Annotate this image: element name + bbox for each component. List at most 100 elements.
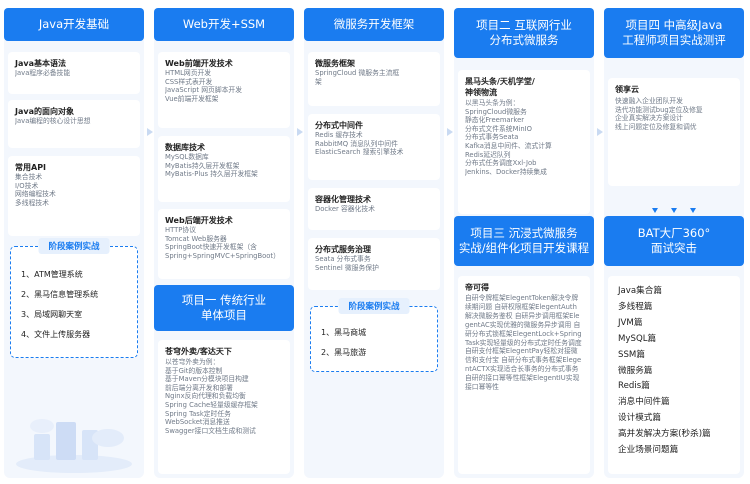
card-interview-list: Java集合篇 多线程篇 JVM篇 MySQL篇 SSM篇 微服务篇 Redis…: [608, 276, 740, 474]
card-line: 分布式事务Seata: [465, 133, 519, 142]
card-line: 架: [315, 77, 322, 86]
card-line: SpringCloud微服务: [465, 107, 527, 116]
project-three-line1: 项目三 沉浸式微服务: [470, 226, 578, 240]
interview-header: BAT大厂360° 面试突击: [604, 216, 744, 266]
card-line: 企业真实解决方案设计: [615, 114, 683, 123]
interview-line1: BAT大厂360°: [637, 226, 711, 240]
down-arrows: [604, 198, 744, 217]
arrow-right-icon: [597, 128, 603, 136]
card-line: Spring Cache轻量级缓存框架: [165, 400, 258, 409]
chevron-down-icon: [671, 208, 677, 213]
card-line: Kafka消息中间件、流式计算: [465, 141, 552, 150]
card-line: Sentinel 微服务保护: [315, 263, 379, 272]
card-line: CSS样式表开发: [165, 77, 213, 86]
stage-title: 阶段案例实战: [338, 298, 410, 314]
card-title: 常用API: [15, 163, 47, 172]
chevron-down-icon: [651, 208, 658, 213]
stage-practice-box: 阶段案例实战 1、ATM管理系统 2、黑马信息管理系统 3、局域网聊天室 4、文…: [10, 238, 138, 358]
card-line: Redis 缓存技术: [315, 131, 363, 139]
card-web-backend: Web后端开发技术 HTTP协议 Tomcat Web服务器 SpringBoo…: [158, 209, 290, 279]
project-one-line2: 单体项目: [201, 308, 247, 322]
project-three-line2: 实战/组件化项目开发课程: [458, 241, 590, 255]
interview-item: 多线程篇: [618, 301, 653, 312]
arrow-right-icon: [147, 128, 153, 136]
card-line: JavaScript 网页脚本开发: [165, 86, 243, 95]
column-web-ssm: Web开发+SSM Web前端开发技术 HTML网页开发 CSS样式表开发 Ja…: [154, 8, 294, 478]
project-one-header: 项目一 传统行业 单体项目: [154, 285, 294, 331]
card-java-oop: Java的面向对象 Java编程的核心设计思想: [8, 100, 140, 148]
card-line: I/O技术: [15, 181, 39, 190]
learning-roadmap: Java开发基础 Java基本语法 Java程序必备技能 Java的面向对象 J…: [0, 0, 750, 484]
card-line: Jenkins、Docker持续集成: [465, 167, 547, 176]
card-line: MyBatis-Plus 持久层开发框架: [165, 170, 258, 179]
column-java-basics: Java开发基础 Java基本语法 Java程序必备技能 Java的面向对象 J…: [4, 8, 144, 478]
card-line: Swagger接口文档生成和测试: [165, 426, 256, 435]
card-line: Spring+SpringMVC+SpringBoot）: [165, 251, 280, 260]
card-project-one: 苍穹外卖/客达天下 以苍穹外卖为例： 基于Git的版本控制 基于Maven分模块…: [158, 340, 290, 474]
card-line: 以黑马头条为例：: [465, 99, 520, 107]
card-database: 数据库技术 MySQL数据库 MyBatis持久层开发框架 MyBatis-Pl…: [158, 136, 290, 202]
stage-item: 3、局域网聊天室: [21, 310, 83, 319]
card-line: RabbitMQ 消息队列中间件: [315, 139, 398, 148]
card-line: Nginx反向代理和负载均衡: [165, 392, 246, 401]
card-line: 以苍穹外卖为例：: [165, 358, 220, 366]
column-project-two-three: 项目二 互联网行业 分布式微服务 黑马头条/天机学堂/ 神领物流 以黑马头条为例…: [454, 8, 594, 478]
card-title: Java基本语法: [15, 59, 66, 68]
card-line: 静态化Freemarker: [465, 116, 525, 125]
card-line: 基于Git的版本控制: [165, 366, 223, 375]
interview-item: Java集合篇: [618, 286, 662, 296]
card-line: WebSocket消息推送: [165, 418, 230, 427]
card-project-two: 黑马头条/天机学堂/ 神领物流 以黑马头条为例： SpringCloud微服务 …: [458, 70, 590, 214]
card-line: MyBatis持久层开发框架: [165, 161, 240, 170]
card-title: 帝可得: [465, 283, 489, 292]
card-line: 分布式任务调度Xxl-Job: [465, 159, 537, 168]
column-header: Java开发基础: [4, 8, 144, 41]
card-microservice-framework: 微服务框架 SpringCloud 微服务主流框 架: [308, 52, 440, 106]
cloud-illustration: [16, 419, 132, 473]
card-line: 基于Maven分模块项目构建: [165, 375, 249, 384]
card-line: ElasticSearch 搜索引擎技术: [315, 148, 404, 157]
project-one-line1: 项目一 传统行业: [181, 293, 267, 307]
stage-item: 1、ATM管理系统: [21, 270, 83, 279]
card-service-governance: 分布式服务治理 Seata 分布式事务 Sentinel 微服务保护: [308, 238, 440, 290]
card-line: Spring Task定时任务: [165, 409, 231, 418]
card-title: 苍穹外卖/客达天下: [165, 347, 232, 356]
card-middleware: 分布式中间件 Redis 缓存技术 RabbitMQ 消息队列中间件 Elast…: [308, 114, 440, 180]
interview-item: 企业场景问题篇: [618, 445, 679, 456]
column-header: Web开发+SSM: [154, 8, 294, 41]
card-line: MySQL数据库: [165, 153, 209, 161]
card-title-line2: 神领物流: [465, 88, 497, 97]
card-line: Redis延迟队列: [465, 150, 511, 159]
card-line: Tomcat Web服务器: [165, 234, 227, 243]
arrow-right-icon: [447, 128, 453, 136]
card-line: HTML网页开发: [165, 69, 212, 77]
card-line: 线上问题定位及修复和调优: [615, 122, 697, 131]
card-line: HTTP协议: [165, 226, 196, 234]
interview-item: 高并发解决方案(秒杀)篇: [618, 429, 711, 440]
card-title: Java的面向对象: [15, 107, 74, 116]
stage-item: 2、黑马旅游: [321, 348, 367, 357]
card-title: 分布式服务治理: [315, 245, 371, 254]
card-line: 迭代功能测试bug定位及修复: [615, 105, 703, 114]
chevron-down-icon: [690, 208, 697, 213]
interview-item: SSM篇: [618, 349, 645, 360]
arrow-right-icon: [297, 128, 303, 136]
project-two-line1: 项目二 互联网行业: [476, 18, 572, 32]
card-line: Docker 容器化技术: [315, 205, 375, 213]
column-header: 微服务开发框架: [304, 8, 444, 41]
card-line: 网络编程技术: [15, 190, 56, 199]
card-line: Vue前端开发框架: [165, 94, 219, 103]
project-two-line2: 分布式微服务: [489, 33, 559, 47]
interview-item: Redis篇: [618, 381, 650, 392]
card-line: 集合技术: [15, 173, 43, 181]
stage-item: 4、文件上传服务器: [21, 330, 91, 339]
card-project-three: 帝可得 自研令牌框架ElegentToken解决令牌续期问题 自研权限框架Ele…: [458, 276, 590, 474]
card-web-frontend: Web前端开发技术 HTML网页开发 CSS样式表开发 JavaScript 网…: [158, 52, 290, 128]
card-container: 容器化管理技术 Docker 容器化技术: [308, 188, 440, 230]
card-project-four: 领享云 快速融入企业团队开发 迭代功能测试bug定位及修复 企业真实解决方案设计…: [608, 78, 740, 186]
card-line: SpringBoot快速开发框架（含: [165, 243, 257, 252]
card-java-syntax: Java基本语法 Java程序必备技能: [8, 52, 140, 94]
card-title: 分布式中间件: [315, 121, 363, 130]
stage-practice-box: 阶段案例实战 1、黑马商城 2、黑马旅游: [310, 298, 438, 372]
card-line: Seata 分布式事务: [315, 255, 371, 263]
